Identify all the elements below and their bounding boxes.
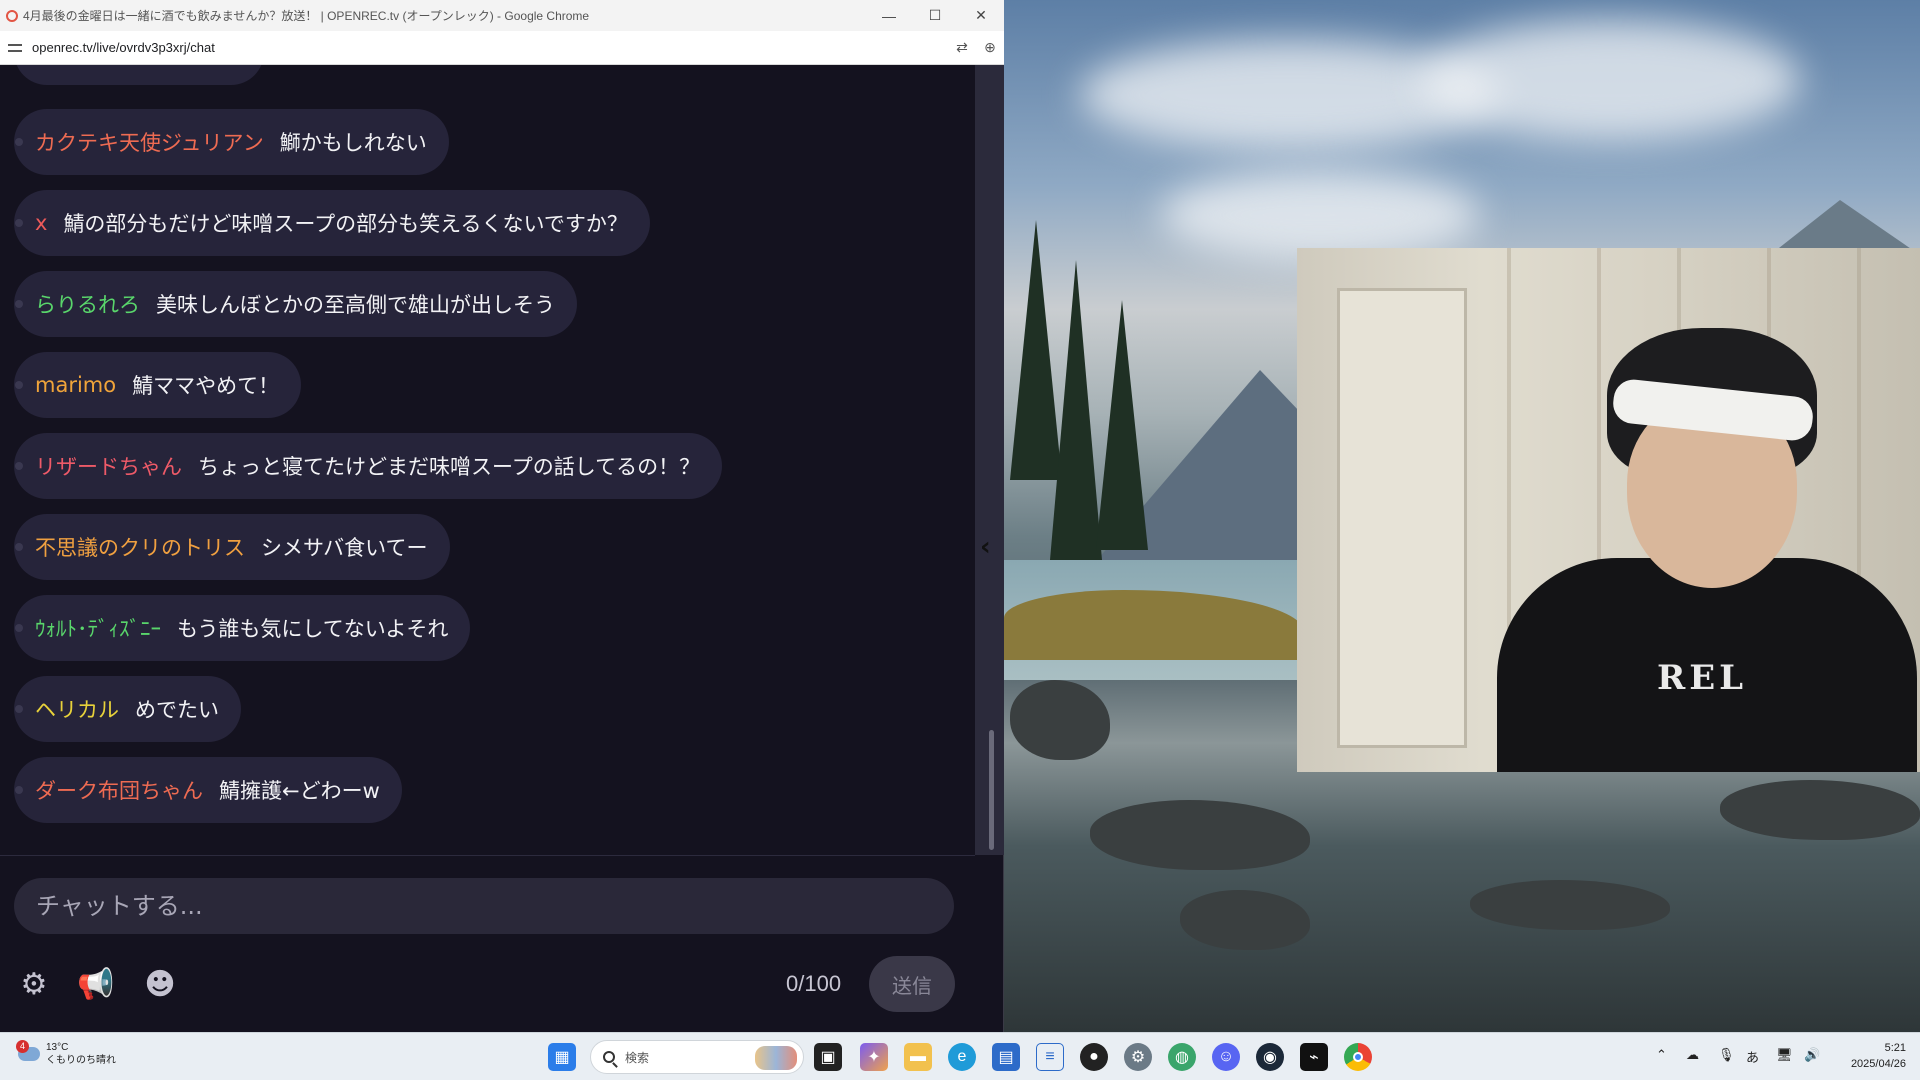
search-placeholder: 検索 — [625, 1050, 650, 1065]
notification-badge: 4 — [16, 1040, 29, 1053]
send-button[interactable]: 送信 — [869, 956, 955, 1012]
chat-message: 不思議のクリのトリス シメサバ食いてー — [14, 514, 450, 580]
volume-icon[interactable]: 🔊 — [1804, 1047, 1820, 1063]
zoom-icon[interactable]: ⊕ — [976, 39, 1004, 56]
chat-username[interactable]: marimo — [35, 373, 116, 397]
openrec-favicon-icon — [6, 9, 18, 22]
edge-browser-icon[interactable]: e — [948, 1043, 976, 1071]
streamer: REL — [1497, 328, 1917, 772]
system-clock[interactable]: 5:21 2025/04/26 — [1836, 1040, 1906, 1072]
window-title: 4月最後の金曜日は一緒に酒でも飲みませんか？放送！ | OPENREC.tv (… — [23, 9, 590, 23]
file-explorer-icon[interactable]: ▬ — [904, 1043, 932, 1071]
shirt-logo: REL — [1657, 658, 1748, 698]
chat-text: 鯖ママやめて！ — [132, 374, 280, 398]
ime-indicator[interactable]: あ — [1746, 1047, 1759, 1066]
terminal-icon[interactable]: ⌁ — [1300, 1043, 1328, 1071]
emoji-icon[interactable]: ☻ — [140, 964, 180, 1004]
copilot-icon[interactable]: ✦ — [860, 1043, 888, 1071]
chat-message: らりるれろ 美味しんぼとかの至高側で雄山が出しそう — [14, 271, 577, 337]
chat-message-partial — [14, 65, 264, 85]
clock-time: 5:21 — [1884, 1042, 1906, 1054]
address-bar[interactable]: openrec.tv/live/ovrdv3p3xrj/chat ⇄ ⊕ — [0, 31, 1004, 65]
chat-text: もう誰も気にしてないよそれ — [177, 617, 449, 641]
translate-icon[interactable]: ⇄ — [948, 39, 976, 56]
chat-username[interactable]: ヘリカル — [35, 694, 119, 724]
title-bar: 4月最後の金曜日は一緒に酒でも飲みませんか？放送！ | OPENREC.tv (… — [0, 0, 1004, 31]
settings-gear-icon[interactable]: ⚙ — [14, 964, 54, 1004]
taskbar-search[interactable]: 検索 — [590, 1040, 804, 1074]
chat-composer: ⚙ 📢 ☻ 0/100 送信 — [0, 855, 975, 1032]
steam-icon[interactable]: ◉ — [1256, 1043, 1284, 1071]
chat-text: 鰤かもしれない — [279, 131, 427, 155]
megaphone-icon[interactable]: 📢 — [76, 964, 116, 1004]
character-counter: 0/100 — [786, 971, 842, 996]
clock-date: 2025/04/26 — [1850, 1058, 1906, 1070]
chat-text: 鯖の部分もだけど味噌スープの部分も笑えるくないですか？ — [63, 212, 628, 236]
weather-description: くもりのち晴れ — [46, 1055, 116, 1066]
chat-text: 美味しんぼとかの至高側で雄山が出しそう — [156, 293, 555, 317]
chat-messages[interactable]: カクテキ天使ジュリアン 鰤かもしれない x 鯖の部分もだけど味噌スープの部分も笑… — [0, 65, 975, 855]
weather-widget[interactable]: 4 13°C くもりのち晴れ — [16, 1040, 116, 1067]
chat-text: シメサバ食いてー — [261, 536, 428, 560]
globe-app-icon[interactable]: ◍ — [1168, 1043, 1196, 1071]
collapse-chat-chevron-icon[interactable]: ‹ — [980, 532, 991, 562]
chevron-up-icon[interactable]: ⌃ — [1656, 1047, 1667, 1063]
obs-icon[interactable]: ● — [1080, 1043, 1108, 1071]
chat-scrollbar-thumb[interactable] — [989, 730, 994, 850]
chat-message: x 鯖の部分もだけど味噌スープの部分も笑えるくないですか？ — [14, 190, 650, 256]
chat-text: ちょっと寝てたけどまだ味噌スープの話してるの！？ — [198, 455, 701, 479]
discord-icon[interactable]: ☺ — [1212, 1043, 1240, 1071]
webcam-feed: REL — [1297, 248, 1920, 772]
chat-username[interactable]: 不思議のクリのトリス — [35, 532, 245, 562]
chat-text: めでたい — [135, 698, 219, 722]
microphone-icon[interactable]: 🎙 — [1718, 1047, 1735, 1063]
screen: REL 4月最後の金曜日は一緒に酒でも飲みませんか？放送！ | OPENREC.… — [0, 0, 1920, 1080]
chat-username[interactable]: x — [35, 211, 47, 235]
weather-temperature: 13°C — [46, 1042, 69, 1053]
windows-start-icon[interactable]: ▦ — [548, 1043, 576, 1071]
site-info-icon[interactable] — [8, 42, 22, 54]
chat-message: リザードちゃん ちょっと寝てたけどまだ味噌スープの話してるの！？ — [14, 433, 723, 499]
chat-username[interactable]: ｳｫﾙﾄ･ﾃﾞｨｽﾞﾆｰ — [35, 613, 161, 643]
chat-message: カクテキ天使ジュリアン 鰤かもしれない — [14, 109, 449, 175]
taskbar: 4 13°C くもりのち晴れ ▦ 検索 ▣ ✦ ▬ e ▤ ≡ ● ⚙ ◍ ☺ … — [0, 1032, 1920, 1080]
chat-username[interactable]: リザードちゃん — [35, 451, 182, 481]
network-icon[interactable]: 🖥 — [1776, 1047, 1793, 1063]
close-button[interactable]: ✕ — [958, 0, 1004, 31]
chat-message: ダーク布団ちゃん 鯖擁護←どわーw — [14, 757, 402, 823]
search-highlight-image — [755, 1046, 797, 1070]
chrome-icon[interactable] — [1344, 1043, 1372, 1071]
chat-message: ヘリカル めでたい — [14, 676, 241, 742]
search-icon — [603, 1051, 615, 1063]
settings-app-icon[interactable]: ⚙ — [1124, 1043, 1152, 1071]
chat-message: marimo 鯖ママやめて！ — [14, 352, 302, 418]
browser-window: 4月最後の金曜日は一緒に酒でも飲みませんか？放送！ | OPENREC.tv (… — [0, 0, 1004, 1032]
cloud-icon: 4 — [16, 1040, 40, 1061]
chat-username[interactable]: らりるれろ — [35, 289, 140, 319]
chat-message: ｳｫﾙﾄ･ﾃﾞｨｽﾞﾆｰ もう誰も気にしてないよそれ — [14, 595, 471, 661]
maximize-button[interactable]: ☐ — [912, 0, 958, 31]
chat-username[interactable]: カクテキ天使ジュリアン — [35, 127, 264, 157]
minimize-button[interactable]: — — [866, 0, 912, 31]
task-view-icon[interactable]: ▣ — [814, 1043, 842, 1071]
url-text[interactable]: openrec.tv/live/ovrdv3p3xrj/chat — [32, 40, 948, 55]
chat-username[interactable]: ダーク布団ちゃん — [35, 775, 203, 805]
chat-input[interactable] — [14, 878, 954, 934]
chat-text: 鯖擁護←どわーw — [219, 779, 380, 803]
onedrive-icon[interactable]: ☁ — [1686, 1047, 1699, 1063]
store-icon[interactable]: ▤ — [992, 1043, 1020, 1071]
notepad-icon[interactable]: ≡ — [1036, 1043, 1064, 1071]
